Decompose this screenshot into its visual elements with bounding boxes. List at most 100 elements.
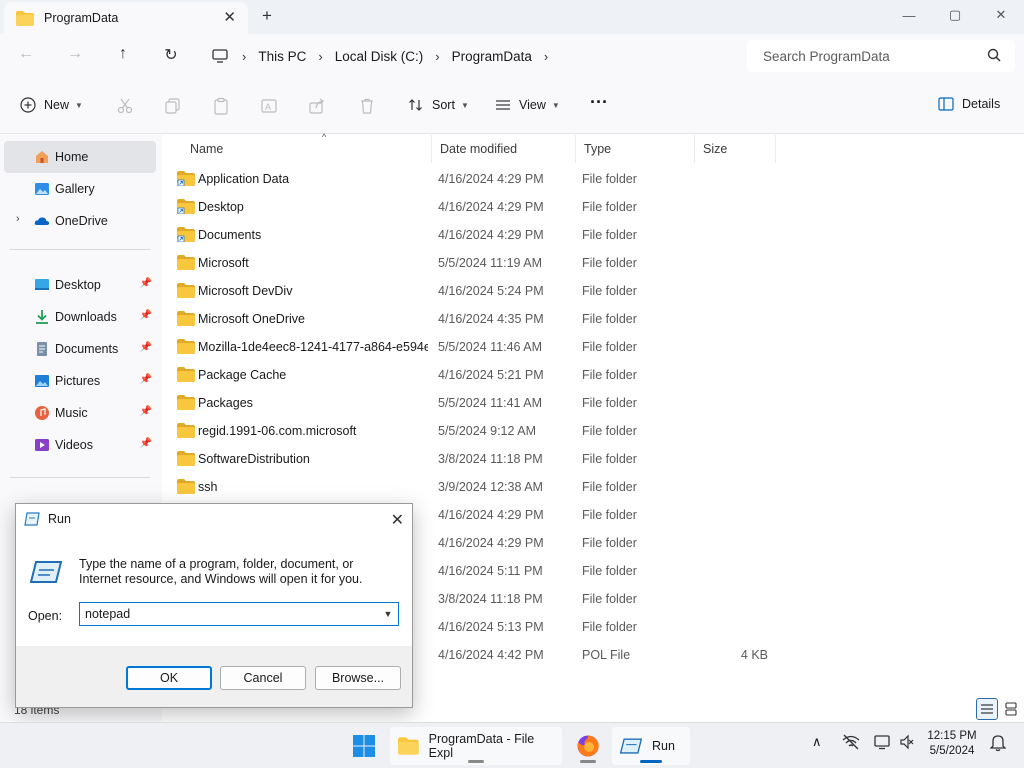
details-button[interactable]: Details: [938, 97, 1000, 111]
more-options-button[interactable]: ···: [590, 92, 608, 113]
clock[interactable]: 12:15 PM 5/5/2024: [912, 729, 992, 759]
sidebar-item-music[interactable]: Music 📌: [4, 397, 156, 429]
table-row[interactable]: Packages 5/5/2024 11:41 AM File folder: [172, 389, 932, 417]
taskbar: ProgramData - File Expl Run ∧ 12:15 PM 5…: [0, 722, 1024, 768]
details-view-icon: [981, 704, 993, 714]
close-icon[interactable]: ✕: [391, 510, 404, 530]
tiles-view-button[interactable]: [1000, 698, 1022, 720]
search-box[interactable]: [747, 40, 1015, 72]
start-button[interactable]: [344, 727, 384, 765]
table-row[interactable]: Mozilla-1de4eec8-1241-4177-a864-e594e...…: [172, 333, 932, 361]
column-header-type[interactable]: Type: [576, 135, 695, 163]
column-header-size[interactable]: Size: [695, 135, 776, 163]
taskbar-explorer[interactable]: ProgramData - File Expl: [390, 727, 562, 765]
rename-icon[interactable]: A: [260, 97, 278, 115]
details-view-button[interactable]: [976, 698, 998, 720]
tab-close-icon[interactable]: ✕: [223, 8, 236, 26]
sort-ascending-icon: ^: [322, 132, 327, 142]
pin-icon[interactable]: 📌: [140, 278, 152, 289]
table-row[interactable]: Package Cache 4/16/2024 5:21 PM File folde…: [172, 361, 932, 389]
cancel-button[interactable]: Cancel: [220, 666, 306, 690]
column-header-date[interactable]: Date modified: [432, 135, 576, 163]
new-label: New: [44, 98, 70, 112]
column-header-name[interactable]: Name ^: [182, 132, 432, 163]
sidebar-item-onedrive[interactable]: › OneDrive: [4, 205, 156, 237]
table-row[interactable]: regid.1991-06.com.microsoft 5/5/2024 9:12…: [172, 417, 932, 445]
minimize-button[interactable]: —: [886, 0, 932, 30]
cut-icon[interactable]: [116, 97, 134, 115]
table-row[interactable]: ssh 3/9/2024 12:38 AM File folder: [172, 473, 932, 501]
pin-icon[interactable]: 📌: [140, 310, 152, 321]
crumb-programdata[interactable]: ProgramData: [452, 49, 532, 64]
back-arrow-icon[interactable]: ←: [14, 45, 38, 63]
monitor-icon[interactable]: [874, 734, 892, 750]
sidebar-item-gallery[interactable]: Gallery: [4, 173, 156, 205]
notification-bell-icon[interactable]: [990, 734, 1006, 752]
table-row[interactable]: Microsoft 5/5/2024 11:19 AM File folder: [172, 249, 932, 277]
cell-name: Application Data: [198, 172, 290, 186]
sidebar-item-downloads[interactable]: Downloads 📌: [4, 301, 156, 333]
forward-arrow-icon[interactable]: →: [63, 45, 87, 63]
close-window-button[interactable]: ✕: [978, 0, 1024, 30]
sort-button[interactable]: Sort ▼: [408, 97, 469, 113]
taskbar-firefox[interactable]: [568, 727, 608, 765]
new-tab-icon[interactable]: +: [262, 6, 272, 26]
paste-icon[interactable]: [212, 97, 230, 115]
cell-date: 3/9/2024 12:38 AM: [438, 480, 543, 494]
chevron-right-icon[interactable]: ›: [318, 49, 322, 64]
cell-type: File folder: [582, 452, 637, 466]
cell-type: File folder: [582, 312, 637, 326]
view-list-icon: [496, 100, 510, 110]
table-row[interactable]: Microsoft OneDrive 4/16/2024 4:35 PM File …: [172, 305, 932, 333]
open-command-input[interactable]: notepad ▼: [79, 602, 399, 626]
sidebar-item-desktop[interactable]: Desktop 📌: [4, 269, 156, 301]
table-row[interactable]: SoftwareDistribution 3/8/2024 11:18 PM Fil…: [172, 445, 932, 473]
pin-icon[interactable]: 📌: [140, 374, 152, 385]
table-row[interactable]: Application Data 4/16/2024 4:29 PM File fo…: [172, 165, 932, 193]
running-indicator: [580, 760, 596, 763]
search-icon[interactable]: [987, 48, 1001, 62]
more-icon: ···: [590, 92, 608, 112]
sidebar-item-videos[interactable]: Videos 📌: [4, 429, 156, 461]
network-offline-icon[interactable]: [842, 734, 860, 750]
crumb-local-disk[interactable]: Local Disk (C:): [335, 49, 424, 64]
search-input[interactable]: [763, 48, 988, 64]
table-row[interactable]: Documents 4/16/2024 4:29 PM File folder: [172, 221, 932, 249]
refresh-icon[interactable]: ↻: [159, 45, 183, 65]
table-row[interactable]: Microsoft DevDiv 4/16/2024 5:24 PM File fo…: [172, 277, 932, 305]
chevron-right-icon[interactable]: ›: [16, 213, 20, 225]
copy-icon[interactable]: [164, 97, 182, 115]
chevron-right-icon[interactable]: ›: [544, 49, 548, 64]
breadcrumb[interactable]: › This PC › Local Disk (C:) › ProgramDat…: [200, 40, 735, 72]
pin-icon[interactable]: 📌: [140, 406, 152, 417]
chevron-right-icon[interactable]: ›: [242, 49, 246, 64]
details-label: Details: [962, 97, 1001, 111]
run-dialog-titlebar[interactable]: Run ✕: [16, 504, 412, 534]
maximize-button[interactable]: ▢: [932, 0, 978, 30]
sort-label: Sort: [432, 98, 455, 112]
cell-type: File folder: [582, 368, 637, 382]
browse-button[interactable]: Browse...: [315, 666, 401, 690]
new-button[interactable]: New ▼: [20, 97, 83, 113]
share-icon[interactable]: [308, 97, 326, 115]
tab-programdata[interactable]: ProgramData ✕: [4, 2, 248, 34]
sidebar-item-home[interactable]: Home: [4, 141, 156, 173]
chevron-right-icon[interactable]: ›: [435, 49, 439, 64]
cell-name: Package Cache: [198, 368, 287, 382]
chevron-down-icon[interactable]: ▼: [378, 603, 398, 625]
sidebar-item-documents[interactable]: Documents 📌: [4, 333, 156, 365]
table-row[interactable]: Desktop 4/16/2024 4:29 PM File folder: [172, 193, 932, 221]
cell-type: File folder: [582, 508, 637, 522]
pin-icon[interactable]: 📌: [140, 438, 152, 449]
crumb-this-pc[interactable]: This PC: [258, 49, 306, 64]
up-arrow-icon[interactable]: ↑: [111, 45, 135, 63]
pin-icon[interactable]: 📌: [140, 342, 152, 353]
chevron-up-icon[interactable]: ∧: [812, 734, 822, 750]
cell-date: 4/16/2024 4:29 PM: [438, 228, 544, 242]
delete-icon[interactable]: [358, 97, 376, 115]
cell-name: Packages: [198, 396, 253, 410]
sidebar-item-pictures[interactable]: Pictures 📌: [4, 365, 156, 397]
ok-button[interactable]: OK: [126, 666, 212, 690]
view-button[interactable]: View ▼: [495, 97, 560, 113]
taskbar-run[interactable]: Run: [612, 727, 690, 765]
